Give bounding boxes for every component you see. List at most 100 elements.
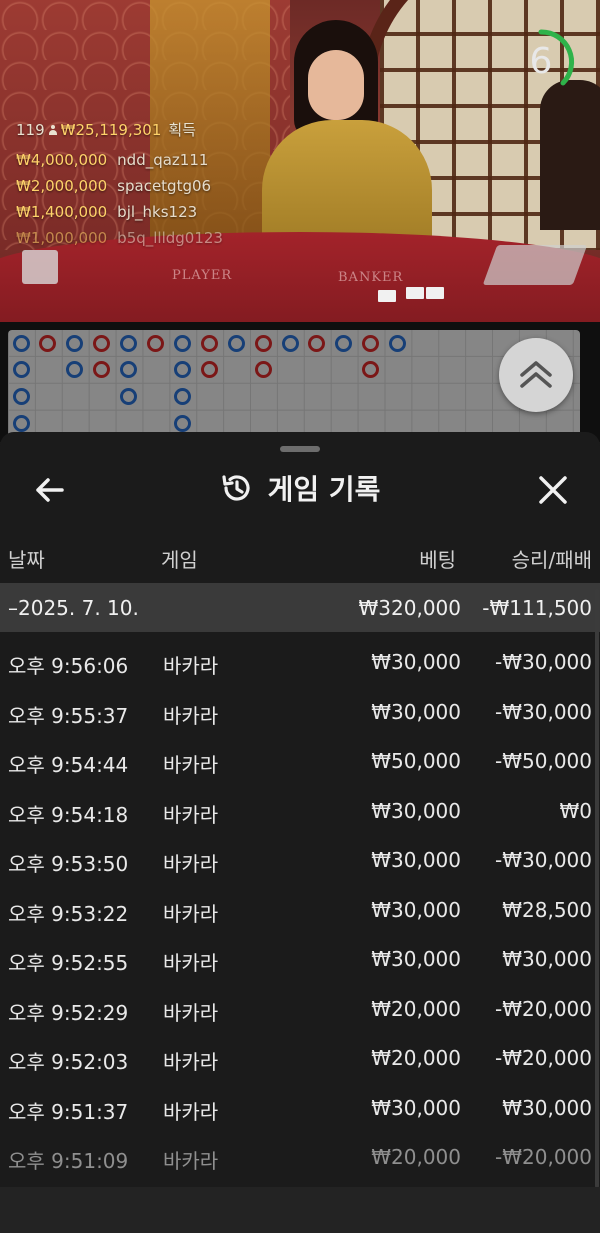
history-row[interactable]: 오후 9:51:09 바카라 ₩20,000 -₩20,000 (0, 1132, 600, 1181)
history-row[interactable]: 오후 9:54:44 바카라 ₩50,000 -₩50,000 (0, 736, 600, 785)
row-bet: ₩30,000 (371, 798, 461, 823)
row-bet: ₩30,000 (371, 1095, 461, 1120)
second-dealer (540, 80, 600, 230)
history-row[interactable]: 오후 9:52:03 바카라 ₩20,000 -₩20,000 (0, 1033, 600, 1082)
row-game: 바카라 (163, 1050, 219, 1074)
history-row[interactable]: 오후 9:55:37 바카라 ₩30,000 -₩30,000 (0, 687, 600, 736)
winner-row: ₩2,000,000 spacetgtg06 (16, 177, 211, 195)
history-row[interactable]: 오후 9:56:06 바카라 ₩30,000 -₩30,000 (0, 637, 600, 686)
row-bet: ₩20,000 (371, 996, 461, 1021)
row-result: -₩20,000 (495, 1145, 592, 1169)
winner-amount: ₩4,000,000 (16, 151, 108, 169)
timer-seconds: 6 (529, 41, 553, 82)
summary-result: -₩111,500 (482, 596, 592, 620)
winner-count: 119 (16, 120, 45, 139)
summary-bet: ₩320,000 (358, 596, 461, 620)
card-shoe (22, 250, 58, 284)
history-row[interactable]: 오후 9:52:55 바카라 ₩30,000 ₩30,000 (0, 934, 600, 983)
row-result: -₩30,000 (495, 699, 592, 724)
col-header-result: 승리/패배 (511, 548, 592, 572)
close-icon (539, 476, 567, 504)
winner-amount: ₩1,400,000 (16, 203, 108, 221)
row-bet: ₩30,000 (371, 848, 461, 872)
row-game: 바카라 (163, 1099, 219, 1124)
row-game: 바카라 (163, 753, 219, 777)
row-time: 오후 9:52:29 (8, 1000, 129, 1025)
table-label-player: PLAYER (172, 268, 233, 283)
row-game: 바카라 (163, 1149, 219, 1173)
row-result: ₩28,500 (502, 897, 592, 922)
winner-name: ndd_qaz111 (117, 151, 209, 169)
row-time: 오후 9:55:37 (8, 703, 129, 728)
history-row[interactable]: 오후 9:51:37 바카라 ₩30,000 ₩30,000 (0, 1083, 600, 1132)
history-row[interactable]: 오후 9:53:22 바카라 ₩30,000 ₩28,500 (0, 885, 600, 934)
table-label-banker: BANKER (338, 270, 404, 285)
row-bet: ₩30,000 (371, 699, 461, 724)
winner-row: ₩1,400,000 bjl_hks123 (16, 203, 197, 221)
row-result: -₩20,000 (495, 996, 592, 1021)
card (406, 287, 424, 299)
winner-amount: ₩1,000,000 (16, 229, 108, 247)
winner-name: bjl_hks123 (117, 203, 198, 221)
summary-date: –2025. 7. 10. (8, 596, 139, 620)
sheet-grabber[interactable] (280, 446, 320, 452)
winners-total: ₩25,119,301 (60, 120, 162, 139)
row-bet: ₩30,000 (371, 897, 461, 922)
row-game: 바카라 (163, 802, 219, 827)
row-result: ₩0 (559, 798, 593, 823)
bottom-bar (0, 1187, 600, 1233)
row-game: 바카라 (163, 951, 219, 975)
row-bet: ₩20,000 (371, 1145, 461, 1169)
row-time: 오후 9:52:55 (8, 951, 129, 975)
history-row[interactable]: 오후 9:54:18 바카라 ₩30,000 ₩0 (0, 786, 600, 835)
winners-suffix: 획득 (168, 121, 196, 139)
game-history-sheet: 게임 기록 날짜 게임 베팅 승리/패배 –2025. 7. 10. ₩320,… (0, 432, 600, 1233)
row-result: ₩30,000 (502, 947, 592, 971)
date-summary-row[interactable]: –2025. 7. 10. ₩320,000 -₩111,500 (0, 583, 600, 632)
history-row[interactable]: 오후 9:52:29 바카라 ₩20,000 -₩20,000 (0, 984, 600, 1033)
row-time: 오후 9:56:06 (8, 654, 129, 678)
row-game: 바카라 (163, 852, 219, 876)
row-game: 바카라 (163, 1000, 219, 1025)
winner-row: ₩1,000,000 b5q_llldg0123 (16, 229, 223, 247)
double-chevron-up-icon (520, 361, 552, 388)
row-result: -₩30,000 (495, 650, 592, 674)
person-icon (48, 124, 58, 135)
winner-row: ₩4,000,000 ndd_qaz111 (16, 151, 208, 169)
countdown-timer: 6 (505, 26, 577, 98)
col-header-date: 날짜 (8, 548, 45, 572)
close-button[interactable] (533, 470, 573, 510)
winners-summary: 119 ₩25,119,301 획득 (16, 119, 196, 140)
row-result: -₩50,000 (495, 749, 592, 773)
row-result: -₩20,000 (495, 1046, 592, 1070)
row-time: 오후 9:53:50 (8, 852, 129, 876)
sheet-header: 게임 기록 (0, 466, 600, 510)
winner-name: b5q_llldg0123 (117, 229, 223, 247)
sheet-title: 게임 기록 (267, 473, 381, 506)
row-time: 오후 9:51:09 (8, 1149, 129, 1173)
row-game: 바카라 (163, 654, 219, 678)
dealer (262, 20, 432, 270)
row-time: 오후 9:52:03 (8, 1050, 129, 1074)
row-result: -₩30,000 (495, 848, 592, 872)
expand-roadmap-button[interactable] (499, 338, 573, 412)
card-tray (482, 245, 588, 285)
row-time: 오후 9:51:37 (8, 1099, 129, 1124)
row-bet: ₩30,000 (371, 650, 461, 674)
row-game: 바카라 (163, 703, 219, 728)
card (378, 290, 396, 302)
scrollbar[interactable] (595, 588, 599, 1188)
col-header-game: 게임 (161, 548, 198, 572)
col-header-bet: 베팅 (419, 548, 456, 572)
winner-name: spacetgtg06 (117, 177, 212, 195)
live-video: PLAYER BANKER 119 ₩25,119,301 획득 ₩4,000,… (0, 0, 600, 322)
row-time: 오후 9:54:44 (8, 753, 129, 777)
row-bet: ₩30,000 (371, 947, 461, 971)
winner-amount: ₩2,000,000 (16, 177, 108, 195)
row-bet: ₩20,000 (371, 1046, 461, 1070)
row-time: 오후 9:54:18 (8, 802, 129, 827)
history-icon (221, 475, 250, 501)
row-bet: ₩50,000 (371, 749, 461, 773)
history-row[interactable]: 오후 9:53:50 바카라 ₩30,000 -₩30,000 (0, 835, 600, 884)
row-game: 바카라 (163, 901, 219, 926)
